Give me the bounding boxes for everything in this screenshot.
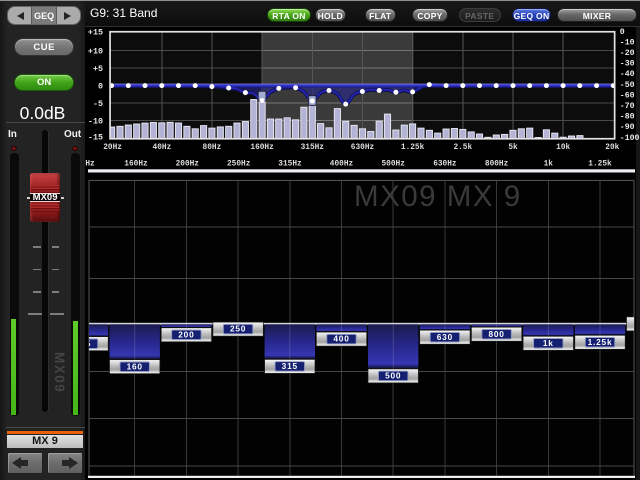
svg-text:1.25k: 1.25k	[401, 144, 425, 152]
svg-text:1.25k: 1.25k	[588, 161, 612, 169]
svg-text:400Hz: 400Hz	[330, 161, 354, 169]
svg-text:10k: 10k	[556, 144, 570, 152]
svg-text:40Hz: 40Hz	[153, 144, 172, 152]
svg-text:-60: -60	[620, 91, 635, 100]
svg-text:0: 0	[620, 28, 625, 37]
svg-text:400: 400	[333, 334, 349, 344]
svg-text:1k: 1k	[543, 338, 554, 348]
svg-text:800Hz: 800Hz	[485, 161, 509, 169]
svg-text:-50: -50	[620, 81, 635, 90]
svg-text:-100: -100	[620, 134, 640, 143]
svg-text:1k: 1k	[544, 161, 554, 169]
svg-text:-15: -15	[88, 133, 103, 143]
svg-text:-80: -80	[620, 113, 635, 122]
svg-text:250: 250	[230, 324, 246, 334]
svg-text:630: 630	[437, 332, 453, 342]
svg-text:+15: +15	[88, 27, 103, 37]
svg-text:+10: +10	[88, 47, 103, 57]
svg-text:-20: -20	[620, 49, 635, 58]
svg-text:1.25k: 1.25k	[588, 337, 613, 347]
svg-text:-70: -70	[620, 102, 635, 111]
svg-text:5k: 5k	[508, 144, 518, 152]
svg-text:-90: -90	[620, 123, 635, 132]
svg-text:-10: -10	[620, 38, 635, 47]
svg-text:315: 315	[282, 361, 298, 371]
svg-text:125: 125	[85, 338, 91, 348]
svg-text:200: 200	[178, 329, 194, 339]
svg-text:160Hz: 160Hz	[124, 161, 148, 169]
svg-text:125Hz: 125Hz	[85, 161, 95, 169]
svg-text:-5: -5	[93, 99, 103, 109]
svg-text:315Hz: 315Hz	[301, 144, 325, 152]
svg-text:315Hz: 315Hz	[278, 161, 302, 169]
svg-text:630Hz: 630Hz	[351, 144, 375, 152]
svg-text:160: 160	[127, 361, 143, 371]
svg-text:250Hz: 250Hz	[227, 161, 251, 169]
svg-text:20Hz: 20Hz	[103, 144, 122, 152]
svg-text:-40: -40	[620, 70, 635, 79]
svg-text:630Hz: 630Hz	[433, 161, 457, 169]
svg-text:160Hz: 160Hz	[250, 144, 274, 152]
svg-text:20k: 20k	[605, 144, 619, 152]
svg-text:0: 0	[98, 81, 103, 91]
svg-text:-10: -10	[88, 116, 103, 126]
svg-text:200Hz: 200Hz	[176, 161, 200, 169]
svg-text:800: 800	[488, 329, 504, 339]
svg-text:500Hz: 500Hz	[381, 161, 405, 169]
svg-text:MX09 MX 9: MX09 MX 9	[354, 180, 522, 213]
svg-text:-30: -30	[620, 60, 635, 69]
svg-text:500: 500	[385, 371, 401, 381]
svg-text:2.5k: 2.5k	[453, 144, 472, 152]
svg-text:+5: +5	[93, 64, 103, 74]
svg-text:80Hz: 80Hz	[203, 144, 222, 152]
